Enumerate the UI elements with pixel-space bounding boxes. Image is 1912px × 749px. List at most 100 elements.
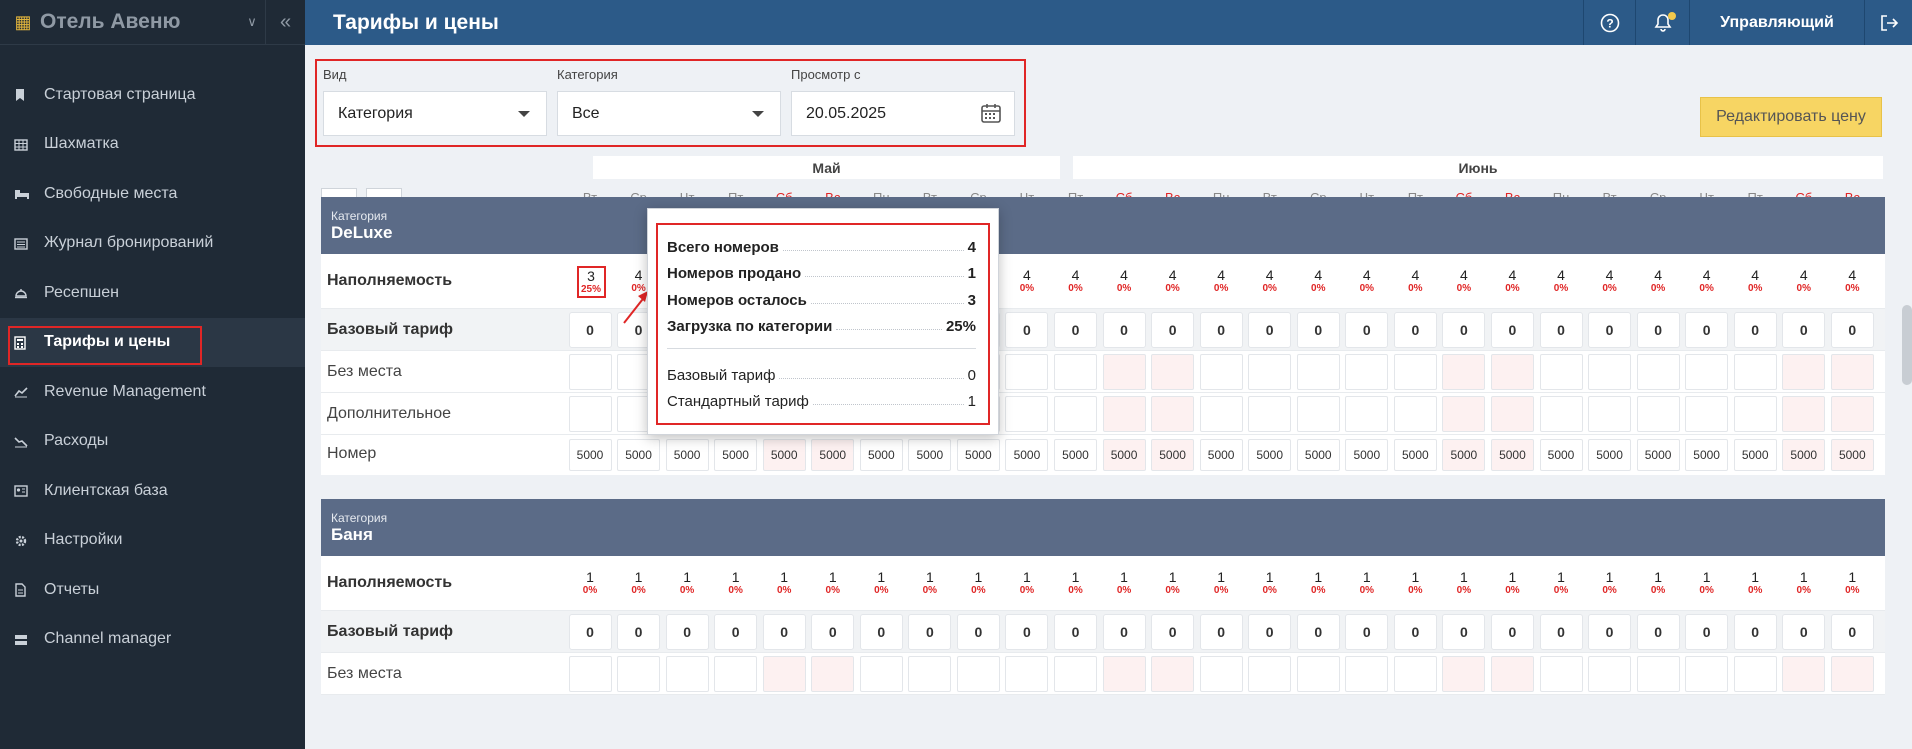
- base-rate-cell[interactable]: 0: [1442, 312, 1486, 348]
- occupancy-cell[interactable]: 40%: [1588, 267, 1631, 295]
- occupancy-cell[interactable]: 1 0%: [1103, 569, 1146, 597]
- base-rate-cell[interactable]: 0: [908, 614, 952, 650]
- room-price-cell[interactable]: 5000: [1782, 439, 1826, 471]
- base-rate-cell[interactable]: 0: [1296, 312, 1340, 348]
- extra-bed-price-cell[interactable]: [1442, 396, 1486, 432]
- base-rate-cell[interactable]: 0: [1345, 614, 1389, 650]
- base-rate-cell[interactable]: 0: [1054, 312, 1097, 348]
- no-bed-price-cell[interactable]: [1296, 354, 1340, 390]
- base-rate-cell[interactable]: 0: [617, 614, 661, 650]
- room-price-cell[interactable]: 5000: [762, 439, 806, 471]
- room-price-cell[interactable]: 5000: [1005, 439, 1049, 471]
- occupancy-cell[interactable]: 1 0%: [1054, 569, 1097, 597]
- no-bed-price-cell[interactable]: [1248, 354, 1292, 390]
- no-bed-price-cell[interactable]: [1685, 354, 1729, 390]
- room-price-cell[interactable]: 5000: [1588, 439, 1632, 471]
- extra-bed-price-cell[interactable]: [1054, 396, 1097, 432]
- sidebar-item-home[interactable]: Стартовая страница: [0, 70, 305, 120]
- base-rate-cell[interactable]: 0: [1490, 312, 1534, 348]
- room-price-cell[interactable]: 5000: [908, 439, 952, 471]
- base-rate-cell[interactable]: 0: [1102, 312, 1146, 348]
- no-bed-price-cell[interactable]: [1490, 354, 1534, 390]
- extra-bed-price-cell[interactable]: [1539, 396, 1583, 432]
- extra-bed-price-cell[interactable]: [1248, 396, 1292, 432]
- no-bed-price-cell[interactable]: [1442, 656, 1486, 692]
- no-bed-price-cell[interactable]: [617, 656, 661, 692]
- base-rate-cell[interactable]: 0: [1539, 614, 1583, 650]
- no-bed-price-cell[interactable]: [1782, 656, 1826, 692]
- sidebar-item-reports[interactable]: Отчеты: [0, 565, 305, 615]
- sidebar-item-chess[interactable]: Шахматка: [0, 120, 305, 170]
- base-rate-cell[interactable]: 0: [1345, 312, 1389, 348]
- occupancy-cell[interactable]: 1 0%: [1491, 569, 1534, 597]
- occupancy-cell[interactable]: 1 0%: [1588, 569, 1631, 597]
- occupancy-cell[interactable]: 1 0%: [811, 569, 854, 597]
- base-rate-cell[interactable]: 0: [1636, 614, 1680, 650]
- base-rate-cell[interactable]: 0: [568, 614, 612, 650]
- occupancy-cell[interactable]: 1 0%: [714, 569, 757, 597]
- extra-bed-price-cell[interactable]: [1199, 396, 1243, 432]
- occupancy-cell[interactable]: 40%: [1200, 267, 1243, 295]
- no-bed-price-cell[interactable]: [1539, 656, 1583, 692]
- occupancy-cell[interactable]: 40%: [1782, 267, 1825, 295]
- no-bed-price-cell[interactable]: [1636, 354, 1680, 390]
- extra-bed-price-cell[interactable]: [1005, 396, 1049, 432]
- sidebar-item-free-places[interactable]: Свободные места: [0, 169, 305, 219]
- no-bed-price-cell[interactable]: [1685, 656, 1729, 692]
- base-rate-cell[interactable]: 0: [1393, 614, 1437, 650]
- extra-bed-price-cell[interactable]: [1296, 396, 1340, 432]
- extra-bed-price-cell[interactable]: [1685, 396, 1729, 432]
- base-rate-cell[interactable]: 0: [811, 614, 855, 650]
- occupancy-cell[interactable]: 1 0%: [1685, 569, 1728, 597]
- occupancy-cell[interactable]: 1 0%: [1637, 569, 1680, 597]
- occupancy-cell[interactable]: 1 0%: [1734, 569, 1777, 597]
- extra-bed-price-cell[interactable]: [1151, 396, 1195, 432]
- occupancy-cell[interactable]: 40%: [1540, 267, 1583, 295]
- no-bed-price-cell[interactable]: [1733, 354, 1777, 390]
- room-price-cell[interactable]: 5000: [1345, 439, 1389, 471]
- occupancy-cell[interactable]: 40%: [1491, 267, 1534, 295]
- room-price-cell[interactable]: 5000: [1490, 439, 1534, 471]
- base-rate-cell[interactable]: 0: [1588, 614, 1632, 650]
- room-price-cell[interactable]: 5000: [617, 439, 661, 471]
- base-rate-cell[interactable]: 0: [859, 614, 903, 650]
- sidebar-item-channel-manager[interactable]: Channel manager: [0, 615, 305, 665]
- no-bed-price-cell[interactable]: [859, 656, 903, 692]
- occupancy-cell[interactable]: 40%: [1005, 267, 1048, 295]
- sidebar-item-clients[interactable]: Клиентская база: [0, 466, 305, 516]
- no-bed-price-cell[interactable]: [1442, 354, 1486, 390]
- occupancy-cell[interactable]: 3 25%: [576, 266, 606, 298]
- room-price-cell[interactable]: 5000: [1539, 439, 1583, 471]
- occupancy-cell[interactable]: 1 0%: [1248, 569, 1291, 597]
- no-bed-price-cell[interactable]: [714, 656, 758, 692]
- occupancy-cell[interactable]: 1 0%: [569, 569, 612, 597]
- occupancy-cell[interactable]: 1 0%: [763, 569, 806, 597]
- extra-bed-price-cell[interactable]: [1830, 396, 1874, 432]
- occupancy-cell[interactable]: 40%: [1442, 267, 1485, 295]
- no-bed-price-cell[interactable]: [1733, 656, 1777, 692]
- occupancy-cell[interactable]: 1 0%: [1200, 569, 1243, 597]
- sidebar-item-bookings[interactable]: Журнал бронирований: [0, 219, 305, 269]
- no-bed-price-cell[interactable]: [1636, 656, 1680, 692]
- base-rate-cell[interactable]: 0: [1005, 614, 1049, 650]
- occupancy-cell[interactable]: 1 0%: [860, 569, 903, 597]
- no-bed-price-cell[interactable]: [1199, 354, 1243, 390]
- room-price-cell[interactable]: 5000: [1102, 439, 1146, 471]
- base-rate-cell[interactable]: 0: [1830, 614, 1874, 650]
- sidebar-item-tariffs[interactable]: Тарифы и цены: [0, 317, 305, 367]
- sidebar-item-expenses[interactable]: Расходы: [0, 417, 305, 467]
- room-price-cell[interactable]: 5000: [811, 439, 855, 471]
- occupancy-cell[interactable]: 1 0%: [1442, 569, 1485, 597]
- extra-bed-price-cell[interactable]: [568, 396, 612, 432]
- view-select[interactable]: Категория: [323, 91, 547, 136]
- base-rate-cell[interactable]: 0: [714, 614, 758, 650]
- no-bed-price-cell[interactable]: [1248, 656, 1292, 692]
- base-rate-cell[interactable]: 0: [1393, 312, 1437, 348]
- base-rate-cell[interactable]: 0: [1539, 312, 1583, 348]
- occupancy-cell[interactable]: 1 0%: [1005, 569, 1048, 597]
- scrollbar[interactable]: [1902, 305, 1912, 385]
- occupancy-cell[interactable]: 40%: [1103, 267, 1146, 295]
- base-rate-cell[interactable]: 0: [1151, 312, 1195, 348]
- occupancy-cell[interactable]: 40%: [1685, 267, 1728, 295]
- room-price-cell[interactable]: 5000: [1296, 439, 1340, 471]
